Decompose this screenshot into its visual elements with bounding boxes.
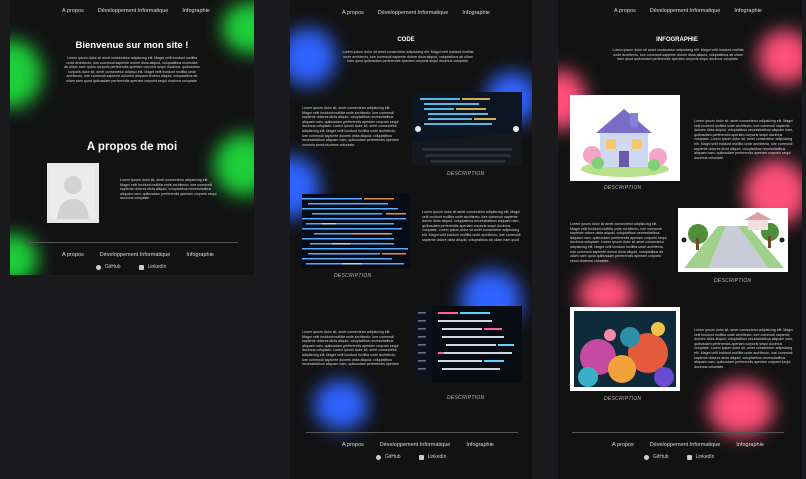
infographie-desc-1: DESCRIPTION bbox=[604, 185, 642, 191]
blue-glow bbox=[314, 380, 368, 430]
linkedin-link[interactable]: LinkedIn bbox=[686, 454, 715, 460]
footer-infographie-link[interactable]: Infographie bbox=[736, 442, 764, 448]
nav-infographie-link[interactable]: Infographie bbox=[462, 10, 490, 16]
code-text-3: Lorem ipsum dolor sit, amet consectetur … bbox=[302, 330, 399, 368]
linkedin-label: LinkedIn bbox=[427, 454, 447, 460]
infographie-text-1: Lorem ipsum dolor sit, amet consectetur … bbox=[694, 119, 794, 159]
pink-glow bbox=[708, 380, 774, 436]
nav-dev-link[interactable]: Développement Informatique bbox=[650, 8, 721, 14]
nav-dev-link[interactable]: Développement Informatique bbox=[98, 8, 169, 14]
code-desc-1: DESCRIPTION bbox=[447, 171, 485, 177]
code-intro: Lorem ipsum dolor sit amet consectetur a… bbox=[342, 50, 474, 64]
nav-apropos-link[interactable]: A propos bbox=[614, 8, 636, 14]
footer-dev-link[interactable]: Développement Informatique bbox=[380, 442, 451, 448]
infographie-desc-3: DESCRIPTION bbox=[604, 396, 642, 402]
linkedin-label: LinkedIn bbox=[695, 454, 715, 460]
footer-dev-link[interactable]: Développement Informatique bbox=[100, 252, 171, 258]
code-heading: CODE bbox=[397, 37, 415, 43]
github-link[interactable]: GitHub bbox=[376, 454, 401, 460]
street-image-frame[interactable] bbox=[678, 208, 788, 272]
nav-dev-link[interactable]: Développement Informatique bbox=[378, 10, 449, 16]
infographie-intro: Lorem ipsum dolor sit amet consectetur a… bbox=[612, 48, 744, 62]
footer-apropos-link[interactable]: A propos bbox=[62, 252, 84, 258]
house-illustration bbox=[570, 95, 680, 181]
coral-illustration bbox=[574, 311, 676, 387]
nav-apropos-link[interactable]: A propos bbox=[342, 10, 364, 16]
infographie-heading: INFOGRAPHIE bbox=[656, 37, 698, 43]
footer-nav: A propos Développement Informatique Info… bbox=[342, 442, 494, 448]
code-screenshot bbox=[412, 92, 522, 166]
github-label: GitHub bbox=[385, 454, 401, 460]
nav-apropos-link[interactable]: A propos bbox=[62, 8, 84, 14]
github-label: GitHub bbox=[105, 264, 121, 270]
github-link[interactable]: GitHub bbox=[644, 454, 669, 460]
linkedin-link[interactable]: LinkedIn bbox=[418, 454, 447, 460]
welcome-text: Lorem ipsum dolor sit amet consectetur a… bbox=[64, 56, 200, 83]
welcome-heading: Bienvenue sur mon site ! bbox=[75, 40, 189, 51]
linkedin-label: LinkedIn bbox=[147, 264, 167, 270]
code-image-1[interactable] bbox=[412, 92, 522, 166]
nav-infographie-link[interactable]: Infographie bbox=[734, 8, 762, 14]
code-desc-3: DESCRIPTION bbox=[447, 395, 485, 401]
code-image-2[interactable] bbox=[302, 194, 410, 268]
infographie-text-3: Lorem ipsum dolor sit, amet consectetur … bbox=[694, 328, 794, 368]
code-text-1: Lorem ipsum dolor sit, amet consectetur … bbox=[302, 106, 399, 146]
footer-divider bbox=[26, 242, 238, 243]
house-image-frame[interactable] bbox=[570, 95, 680, 181]
code-screenshot bbox=[414, 306, 522, 382]
coral-image-frame[interactable] bbox=[570, 307, 680, 391]
footer-nav: A propos Développement Informatique Info… bbox=[612, 442, 764, 448]
github-icon bbox=[376, 454, 381, 460]
linkedin-icon bbox=[138, 264, 144, 270]
code-image-3[interactable] bbox=[414, 306, 522, 382]
street-illustration bbox=[678, 208, 788, 272]
top-nav: A propos Développement Informatique Info… bbox=[342, 10, 490, 16]
footer-dev-link[interactable]: Développement Informatique bbox=[650, 442, 721, 448]
infographie-page-panel: A propos Développement Informatique Info… bbox=[558, 0, 802, 479]
user-silhouette-icon bbox=[51, 167, 95, 219]
github-icon bbox=[96, 264, 101, 270]
code-desc-2: DESCRIPTION bbox=[334, 273, 372, 279]
about-heading: A propos de moi bbox=[86, 141, 178, 153]
infographie-text-2: Lorem ipsum dolor sit amet consectetur a… bbox=[570, 222, 667, 262]
infographie-desc-2: DESCRIPTION bbox=[714, 278, 752, 284]
top-nav: A propos Développement Informatique Info… bbox=[62, 8, 210, 14]
linkedin-link[interactable]: LinkedIn bbox=[138, 264, 167, 270]
code-screenshot bbox=[302, 194, 410, 268]
linkedin-icon bbox=[686, 454, 692, 460]
footer-divider bbox=[572, 432, 784, 433]
footer-apropos-link[interactable]: A propos bbox=[342, 442, 364, 448]
github-link[interactable]: GitHub bbox=[96, 264, 121, 270]
code-page-panel: A propos Développement Informatique Info… bbox=[290, 0, 532, 479]
avatar bbox=[47, 163, 99, 223]
linkedin-icon bbox=[418, 454, 424, 460]
footer-apropos-link[interactable]: A propos bbox=[612, 442, 634, 448]
footer-divider bbox=[306, 432, 518, 433]
social-links: GitHub LinkedIn bbox=[376, 454, 446, 460]
footer-infographie-link[interactable]: Infographie bbox=[186, 252, 214, 258]
social-links: GitHub LinkedIn bbox=[644, 454, 714, 460]
top-nav: A propos Développement Informatique Info… bbox=[614, 8, 762, 14]
nav-infographie-link[interactable]: Infographie bbox=[182, 8, 210, 14]
green-glow bbox=[10, 234, 38, 275]
footer-nav: A propos Développement Informatique Info… bbox=[62, 252, 214, 258]
github-label: GitHub bbox=[653, 454, 669, 460]
social-links: GitHub LinkedIn bbox=[96, 264, 166, 270]
home-page-panel: A propos Développement Informatique Info… bbox=[10, 0, 254, 275]
github-icon bbox=[644, 454, 649, 460]
code-text-2: Lorem ipsum dolor sit amet consectetur a… bbox=[422, 210, 521, 242]
about-text: Lorem ipsum dolor sit, amet consectetur … bbox=[120, 178, 217, 201]
footer-infographie-link[interactable]: Infographie bbox=[466, 442, 494, 448]
